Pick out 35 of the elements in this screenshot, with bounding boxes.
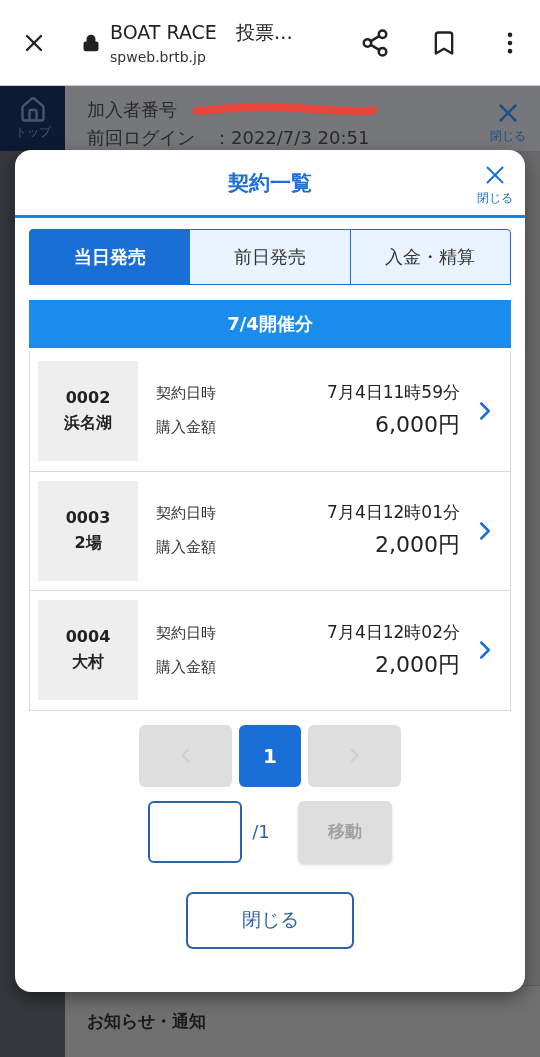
contract-code: 0003 — [65, 507, 111, 527]
tab[interactable]: 前日発売 — [189, 229, 351, 285]
venue-name: 2場 — [74, 532, 102, 554]
contract-date: 7月4日11時59分 — [326, 381, 461, 405]
venue-name: 大村 — [72, 652, 104, 674]
purchase-amount: 6,000円 — [374, 411, 461, 440]
tab[interactable]: 入金・精算 — [349, 229, 511, 285]
page-total: /1 — [252, 821, 270, 842]
share-icon[interactable] — [360, 27, 390, 58]
last-login-text: 前回ログイン ：2022/7/3 20:51 — [87, 126, 371, 150]
amount-label: 購入金額 — [156, 657, 216, 677]
tab[interactable]: 当日発売 — [29, 229, 191, 285]
page-url: spweb.brtb.jp — [110, 49, 207, 65]
purchase-amount: 2,000円 — [374, 531, 461, 560]
page-input-field[interactable] — [148, 800, 243, 863]
amount-label: 購入金額 — [156, 538, 216, 558]
venue-name: 浜名湖 — [64, 412, 112, 434]
lock-icon — [82, 33, 100, 52]
date-label: 契約日時 — [156, 504, 216, 524]
purchase-amount: 2,000円 — [374, 650, 461, 679]
close-button[interactable]: 閉じる — [186, 891, 354, 949]
dialog-title: 契約一覧 — [228, 169, 312, 197]
amount-label: 購入金額 — [156, 418, 216, 438]
member-number-label: 加入者番号 — [87, 98, 177, 122]
page-button[interactable]: 1 — [239, 724, 301, 787]
page-title: BOAT RACE 投票… — [110, 20, 294, 45]
contract-date: 7月4日12時01分 — [326, 501, 461, 525]
date-header: 7/4開催分 — [29, 300, 511, 348]
home-icon — [18, 96, 47, 124]
dialog-close-button[interactable]: 閉じる — [477, 160, 513, 207]
date-label: 契約日時 — [156, 623, 216, 643]
date-label: 契約日時 — [156, 384, 216, 404]
contract-code: 0002 — [65, 387, 111, 407]
contract-date: 7月4日12時02分 — [326, 620, 461, 644]
contract-code: 0004 — [65, 627, 111, 647]
